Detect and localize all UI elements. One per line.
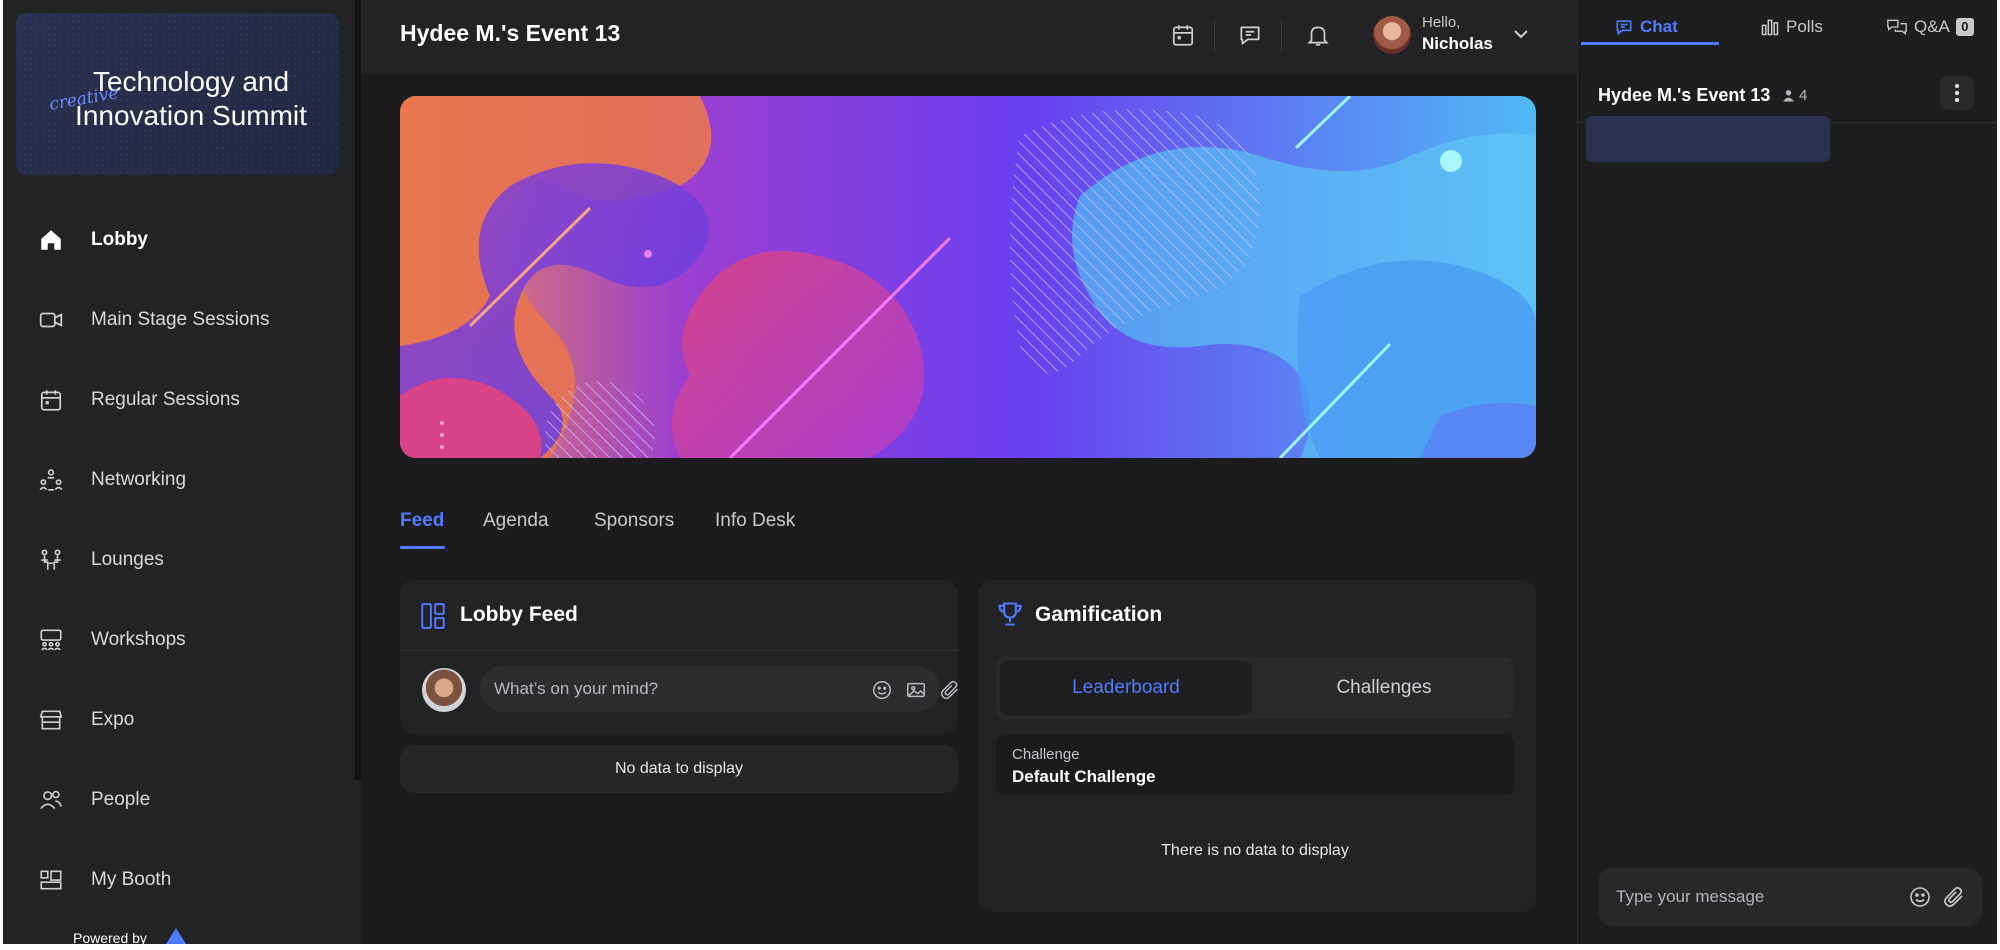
gamification-empty-state: There is no data to display <box>1161 842 1349 859</box>
user-name: Nicholas <box>1422 34 1493 53</box>
sidebar-item-my-booth[interactable]: My Booth <box>3 850 355 892</box>
right-panel: Chat Polls Q&A 0 Hydee M.'s Event 13 4 <box>1577 0 1997 944</box>
people-icon <box>37 786 65 814</box>
sidebar-item-expo[interactable]: Expo <box>3 690 355 750</box>
chat-member-count: 4 <box>1782 87 1807 104</box>
user-avatar[interactable] <box>1373 16 1411 54</box>
challenge-selector[interactable]: Challenge Default Challenge <box>996 735 1514 795</box>
sidebar-item-main-stage-sessions[interactable]: Main Stage Sessions <box>3 290 355 350</box>
active-tab-indicator <box>400 546 445 549</box>
tab-sponsors[interactable]: Sponsors <box>594 510 674 532</box>
sidebar-item-label: Workshops <box>91 629 186 650</box>
sidebar-item-lounges[interactable]: Lounges <box>3 530 355 590</box>
qa-bubbles-icon <box>1887 19 1907 35</box>
sidebar-item-label: Expo <box>91 709 135 730</box>
divider <box>1281 20 1282 52</box>
app-window: Technology and Innovation Summit creativ… <box>3 0 1997 944</box>
messages-button[interactable] <box>1233 18 1267 52</box>
calendar-icon <box>37 386 65 414</box>
sidebar-item-label: People <box>91 789 151 810</box>
event-title: Hydee M.'s Event 13 <box>400 20 621 46</box>
tab-qa[interactable]: Q&A 0 <box>1886 12 1974 42</box>
tab-chat[interactable]: Chat <box>1614 12 1678 42</box>
store-icon <box>37 706 65 734</box>
calendar-icon <box>1172 25 1194 46</box>
sidebar-item-people[interactable]: People <box>3 770 355 830</box>
divider <box>1214 20 1215 52</box>
sidebar-item-label: My Booth <box>91 869 172 890</box>
top-bar: Hydee M.'s Event 13 Hello, Nicholas <box>361 0 1577 74</box>
gamification-segmented-control: Leaderboard Challenges <box>996 657 1514 719</box>
qa-count-badge: 0 <box>1955 18 1974 36</box>
layout-icon <box>420 602 446 635</box>
event-logo[interactable]: Technology and Innovation Summit creativ… <box>16 13 339 175</box>
challenge-value: Default Challenge <box>1012 767 1156 786</box>
sidebar-item-label: Networking <box>91 469 187 490</box>
sidebar-item-label: Lounges <box>91 549 164 570</box>
tab-info-desk[interactable]: Info Desk <box>715 510 795 532</box>
sidebar-item-label: Lobby <box>91 229 148 250</box>
tab-chat-label: Chat <box>1640 17 1678 36</box>
message-composer <box>1598 868 1982 926</box>
lounges-icon <box>37 546 65 574</box>
chat-loading-placeholder <box>1586 116 1830 162</box>
image-icon[interactable] <box>904 678 928 702</box>
lobby-feed-title: Lobby Feed <box>460 603 578 626</box>
sidebar-item-networking[interactable]: Networking <box>3 450 355 510</box>
challenge-label: Challenge <box>1012 746 1080 763</box>
composer-avatar <box>422 668 466 712</box>
bell-icon <box>1307 26 1329 46</box>
tab-polls-label: Polls <box>1786 17 1823 36</box>
attachment-icon[interactable] <box>1940 883 1968 911</box>
tab-feed[interactable]: Feed <box>400 510 444 532</box>
chat-bubble-icon <box>1616 20 1632 35</box>
networking-icon <box>37 466 65 494</box>
main-content: Hydee M.'s Event 13 Hello, Nicholas Feed… <box>361 0 1577 944</box>
challenges-tab[interactable]: Challenges <box>1258 661 1510 715</box>
video-icon <box>37 306 65 334</box>
chat-options-button[interactable] <box>1940 76 1974 110</box>
sidebar-item-label: Regular Sessions <box>91 389 240 410</box>
attachment-icon[interactable] <box>938 678 962 702</box>
tab-qa-label: Q&A <box>1914 17 1950 36</box>
lobby-feed-card: Lobby Feed <box>400 580 958 734</box>
sidebar-item-label: Main Stage Sessions <box>91 309 270 330</box>
active-tab-indicator <box>1581 42 1719 45</box>
user-menu-button[interactable] <box>1509 22 1533 46</box>
calendar-button[interactable] <box>1166 18 1200 52</box>
workshops-icon <box>37 626 65 654</box>
leaderboard-tab[interactable]: Leaderboard <box>1000 661 1252 715</box>
sidebar: Technology and Innovation Summit creativ… <box>3 0 361 944</box>
sidebar-item-lobby[interactable]: Lobby <box>3 210 355 270</box>
tab-polls[interactable]: Polls <box>1760 12 1823 42</box>
emoji-icon[interactable] <box>870 678 894 702</box>
gamification-card: Gamification Leaderboard Challenges Chal… <box>978 580 1536 912</box>
trophy-icon <box>996 600 1024 633</box>
sidebar-item-workshops[interactable]: Workshops <box>3 610 355 670</box>
bar-chart-icon <box>1761 19 1779 36</box>
event-banner-image <box>400 96 1536 458</box>
feed-empty-state: No data to display <box>400 745 958 793</box>
message-input[interactable] <box>1616 882 1896 912</box>
kebab-menu-icon <box>1955 84 1959 102</box>
powered-by-logo-icon[interactable] <box>166 928 186 944</box>
chat-room-title: Hydee M.'s Event 13 <box>1598 85 1771 105</box>
sidebar-item-regular-sessions[interactable]: Regular Sessions <box>3 370 355 430</box>
person-icon <box>1783 90 1794 102</box>
gamification-title: Gamification <box>1035 603 1163 626</box>
emoji-icon[interactable] <box>1906 883 1934 911</box>
divider <box>400 650 958 651</box>
powered-by-text: Powered by <box>73 930 147 944</box>
notifications-button[interactable] <box>1301 18 1335 52</box>
member-count-value: 4 <box>1799 87 1808 104</box>
booth-icon <box>37 866 65 892</box>
greeting-text: Hello, <box>1422 14 1461 31</box>
tab-agenda[interactable]: Agenda <box>483 510 549 532</box>
chat-bubble-icon <box>1240 26 1260 45</box>
chevron-down-icon <box>1514 30 1528 39</box>
home-icon <box>37 226 65 254</box>
